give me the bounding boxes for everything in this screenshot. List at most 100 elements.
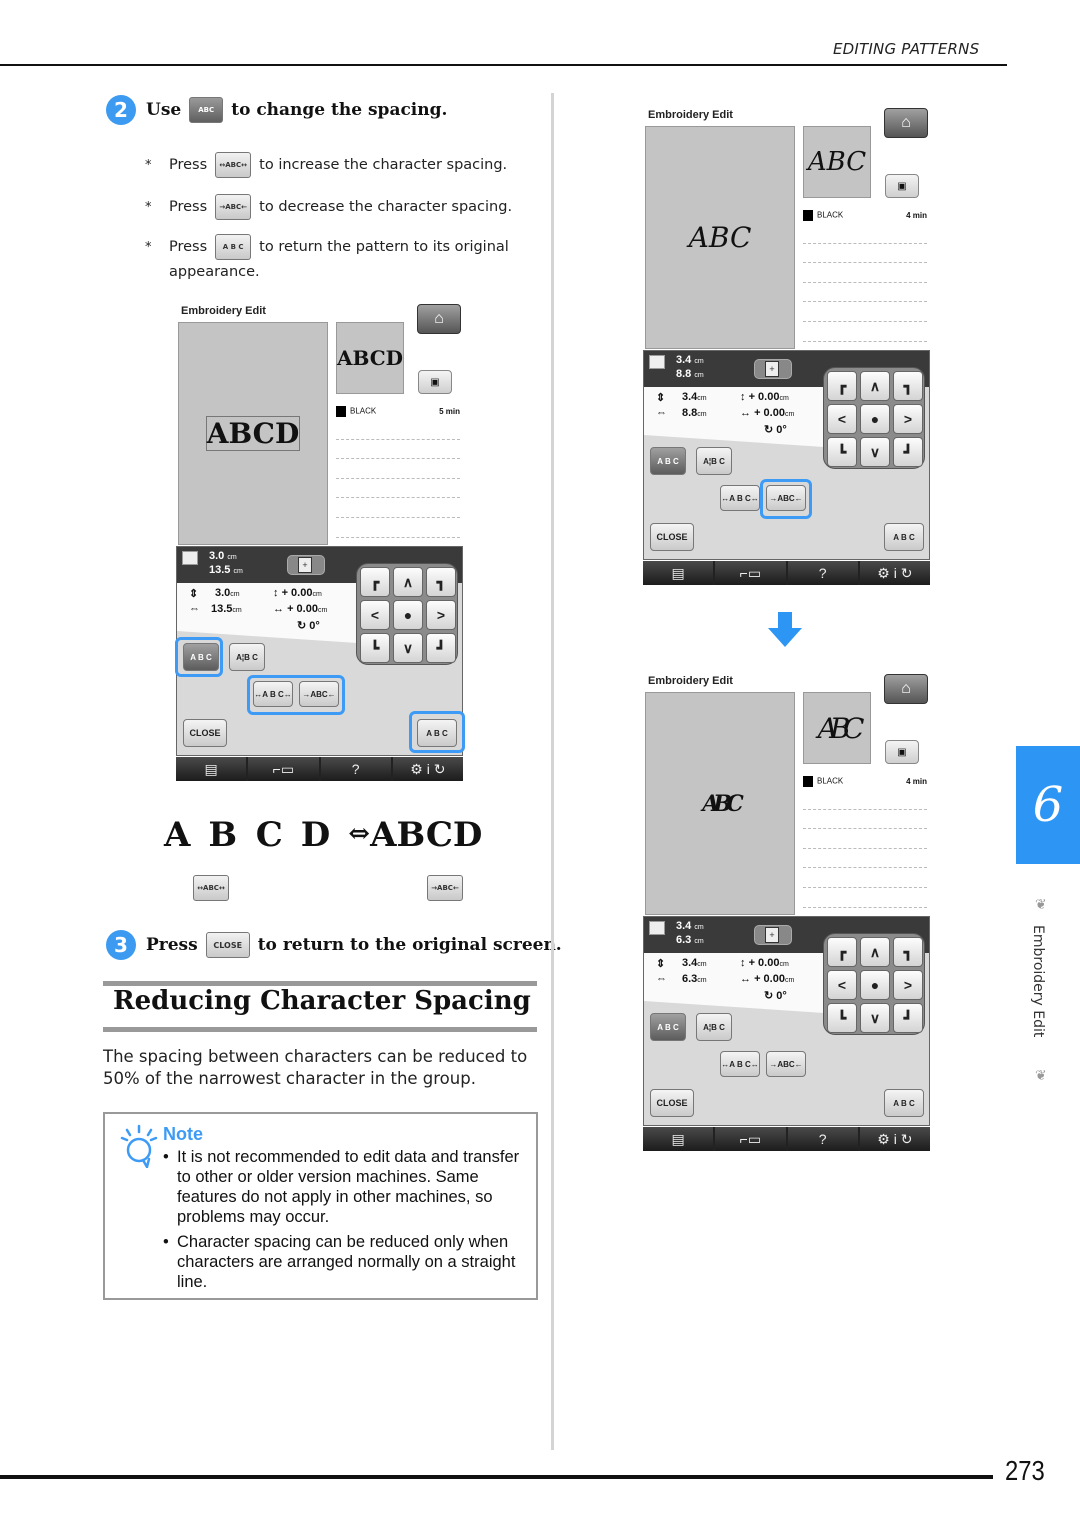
settings-button[interactable]: ⚙ i ↻: [392, 757, 463, 781]
sewing-machine-icon: ⌐▭: [739, 564, 762, 581]
reset-spacing-button[interactable]: A B C: [884, 1089, 924, 1117]
sewing-machine-icon: ⌐▭: [739, 1130, 762, 1147]
page-button[interactable]: ▤: [643, 561, 714, 585]
lightbulb-icon: [120, 1124, 158, 1168]
reset-spacing-button[interactable]: A B C: [884, 523, 924, 551]
hoop-icon: +: [754, 925, 792, 945]
move-right-button[interactable]: >: [893, 404, 923, 434]
move-right-button[interactable]: >: [893, 970, 923, 1000]
frame-button[interactable]: ▣: [885, 740, 919, 764]
machine-button[interactable]: ⌐▭: [715, 1127, 786, 1151]
array-tab[interactable]: A¦B C: [696, 1013, 732, 1041]
settings-icon: ⚙ i ↻: [877, 564, 913, 581]
highlight-decrease: [760, 479, 812, 519]
thread-spool-icon: [336, 406, 346, 417]
note-list: It is not recommended to edit data and t…: [163, 1147, 533, 1297]
settings-button[interactable]: ⚙ i ↻: [859, 1127, 930, 1151]
move-down-button[interactable]: ∨: [393, 633, 423, 663]
move-down-right-button[interactable]: ┛: [893, 437, 923, 467]
move-up-right-button[interactable]: ┓: [893, 937, 923, 967]
move-down-left-button[interactable]: ┗: [360, 633, 390, 663]
pattern-text: ABCD: [205, 416, 301, 451]
screen-title: Embroidery Edit: [648, 675, 733, 687]
move-down-left-button[interactable]: ┗: [827, 1003, 857, 1033]
highlight-spacing-buttons: [247, 675, 345, 715]
pattern-size: 3.4 cm 8.8 cm: [676, 354, 704, 380]
home-icon: ⌂: [901, 680, 911, 697]
pattern-preview: ABC: [803, 692, 871, 764]
close-button[interactable]: CLOSE: [650, 523, 694, 551]
screen-title: Embroidery Edit: [648, 109, 733, 121]
home-button[interactable]: ⌂: [884, 674, 928, 704]
move-up-right-button[interactable]: ┓: [426, 567, 456, 597]
move-down-button[interactable]: ∨: [860, 1003, 890, 1033]
machine-button[interactable]: ⌐▭: [248, 757, 319, 781]
move-up-left-button[interactable]: ┏: [827, 371, 857, 401]
move-up-button[interactable]: ∧: [393, 567, 423, 597]
spacing-tab[interactable]: A B C: [650, 1013, 686, 1041]
move-down-left-button[interactable]: ┗: [827, 437, 857, 467]
frame-button[interactable]: ▣: [418, 370, 452, 394]
move-left-button[interactable]: <: [827, 404, 857, 434]
move-down-button[interactable]: ∨: [860, 437, 890, 467]
bullet-marker: *: [145, 199, 152, 215]
chapter-label: Embroidery Edit: [1030, 925, 1046, 1038]
ornament-icon: ❦: [1035, 897, 1047, 913]
page-button[interactable]: ▤: [176, 757, 247, 781]
chapter-tab[interactable]: 6: [1016, 746, 1080, 864]
decrease-spacing-button[interactable]: →ABC←: [766, 1051, 806, 1077]
preview-text: ABC: [817, 711, 865, 745]
move-right-button[interactable]: >: [426, 600, 456, 630]
thread-list: [803, 790, 927, 908]
close-button[interactable]: CLOSE: [650, 1089, 694, 1117]
info-area: ⇕ 3.4cm ⇔ 6.3cm ↕ + 0.00cm ↔ + 0.00cm ↻ …: [644, 953, 824, 1013]
note-title: Note: [163, 1124, 203, 1144]
home-button[interactable]: ⌂: [884, 108, 928, 138]
embroidery-canvas[interactable]: ABCD: [178, 322, 328, 545]
spacing-tab[interactable]: A B C: [650, 447, 686, 475]
increase-spacing-button[interactable]: ↔A B C↔: [720, 485, 760, 511]
center-button[interactable]: ●: [860, 970, 890, 1000]
move-up-button[interactable]: ∧: [860, 937, 890, 967]
settings-button[interactable]: ⚙ i ↻: [859, 561, 930, 585]
move-up-left-button[interactable]: ┏: [827, 937, 857, 967]
home-button[interactable]: ⌂: [417, 304, 461, 334]
decrease-spacing-icon: →ABC←: [427, 875, 463, 901]
close-button[interactable]: CLOSE: [183, 719, 227, 747]
page-button[interactable]: ▤: [643, 1127, 714, 1151]
document-icon: ▤: [671, 1130, 685, 1147]
center-button[interactable]: ●: [393, 600, 423, 630]
increase-spacing-icon: ↔ABC↔: [215, 152, 252, 178]
move-pad: ┏ ∧ ┓ < ● > ┗ ∨ ┛: [823, 367, 925, 469]
pattern-text: ABC: [688, 221, 752, 254]
move-down-right-button[interactable]: ┛: [426, 633, 456, 663]
frame-button[interactable]: ▣: [885, 174, 919, 198]
center-button[interactable]: ●: [860, 404, 890, 434]
help-icon: ?: [351, 761, 360, 777]
move-down-right-button[interactable]: ┛: [893, 1003, 923, 1033]
move-left-button[interactable]: <: [360, 600, 390, 630]
bottom-toolbar: ▤ ⌐▭ ? ⚙ i ↻: [643, 561, 930, 585]
move-up-button[interactable]: ∧: [860, 371, 890, 401]
help-button[interactable]: ?: [320, 757, 391, 781]
help-button[interactable]: ?: [787, 1127, 858, 1151]
move-up-right-button[interactable]: ┓: [893, 371, 923, 401]
home-icon: ⌂: [434, 310, 444, 327]
move-left-button[interactable]: <: [827, 970, 857, 1000]
thread-list: [336, 420, 460, 538]
embroidery-canvas[interactable]: ABC: [645, 126, 795, 349]
settings-icon: ⚙ i ↻: [410, 760, 446, 777]
thread-spool-icon: [803, 210, 813, 221]
move-up-left-button[interactable]: ┏: [360, 567, 390, 597]
help-button[interactable]: ?: [787, 561, 858, 585]
machine-button[interactable]: ⌐▭: [715, 561, 786, 585]
size-icon: [182, 551, 198, 565]
section-paragraph: The spacing between characters can be re…: [103, 1047, 528, 1088]
increase-spacing-button[interactable]: ↔A B C↔: [720, 1051, 760, 1077]
reset-spacing-icon: A B C: [215, 234, 252, 260]
info-area: ⇕ 3.0cm ⇔ 13.5cm ↕ + 0.00cm ↔ + 0.00cm ↻…: [177, 583, 357, 643]
embroidery-canvas[interactable]: ABC: [645, 692, 795, 915]
thread-row: BLACK 4 min: [803, 210, 927, 221]
array-tab[interactable]: A¦B C: [229, 643, 265, 671]
array-tab[interactable]: A¦B C: [696, 447, 732, 475]
